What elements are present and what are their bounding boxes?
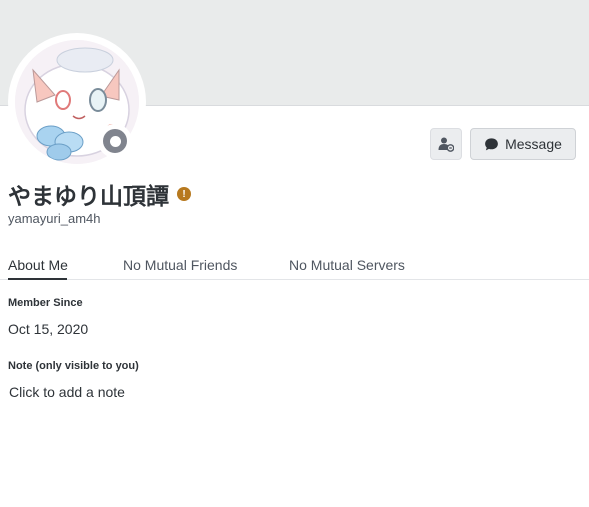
note-title: Note (only visible to you) (8, 360, 139, 372)
tab-about-me[interactable]: About Me (8, 257, 68, 280)
username: yamayuri_am4h (8, 211, 101, 226)
add-friend-button[interactable] (430, 128, 462, 160)
status-offline-indicator (98, 124, 132, 158)
tab-mutual-friends[interactable]: No Mutual Friends (123, 257, 237, 280)
warning-badge-icon[interactable]: ! (177, 187, 191, 201)
chat-bubble-icon (485, 137, 498, 150)
display-name-row: やまゆり山頂譚 ! (8, 177, 191, 211)
add-friend-icon (438, 137, 454, 152)
note-input[interactable]: Click to add a note (9, 384, 125, 400)
member-since-title: Member Since (8, 297, 83, 309)
member-since-value: Oct 15, 2020 (8, 321, 89, 337)
profile-tabs: About Me No Mutual Friends No Mutual Ser… (0, 253, 589, 280)
display-name: やまゆり山頂譚 (8, 184, 169, 210)
tab-mutual-servers[interactable]: No Mutual Servers (289, 257, 405, 280)
message-button[interactable]: Message (470, 128, 576, 160)
message-button-label: Message (505, 136, 562, 152)
